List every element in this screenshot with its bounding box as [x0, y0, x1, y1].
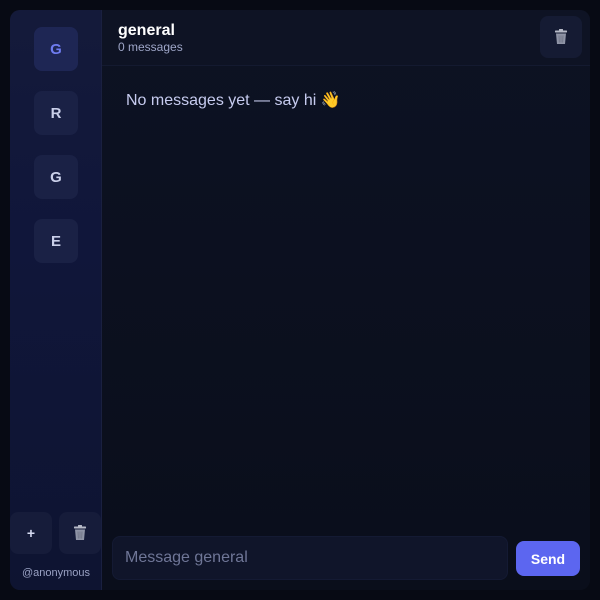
- room-title: general: [118, 22, 175, 39]
- room-initial: E: [50, 232, 61, 250]
- add-room-button[interactable]: +: [10, 512, 52, 554]
- chat-app: G R G E + @anonymous general 0 messages …: [10, 10, 590, 590]
- sidebar: G R G E + @anonymous: [10, 10, 102, 590]
- send-button[interactable]: Send: [516, 541, 580, 576]
- room-button-g[interactable]: G: [34, 155, 78, 199]
- message-count: 0 messages: [118, 40, 183, 54]
- trash-icon: [554, 29, 568, 45]
- chat-main: general 0 messages No messages yet — say…: [102, 10, 590, 590]
- plus-icon: +: [26, 525, 36, 541]
- room-button-r[interactable]: R: [34, 91, 78, 135]
- room-button-general[interactable]: G: [34, 27, 78, 71]
- room-initial: R: [50, 104, 62, 122]
- delete-room-button[interactable]: [59, 512, 101, 554]
- chat-header: general 0 messages: [102, 10, 590, 66]
- clear-messages-button[interactable]: [540, 16, 582, 58]
- trash-icon: [73, 525, 87, 541]
- username: @anonymous: [21, 567, 91, 579]
- room-button-e[interactable]: E: [34, 219, 78, 263]
- room-initial: G: [50, 40, 62, 58]
- message-input[interactable]: [112, 536, 508, 580]
- room-initial: G: [50, 168, 62, 186]
- empty-state-message: No messages yet — say hi 👋: [126, 92, 341, 109]
